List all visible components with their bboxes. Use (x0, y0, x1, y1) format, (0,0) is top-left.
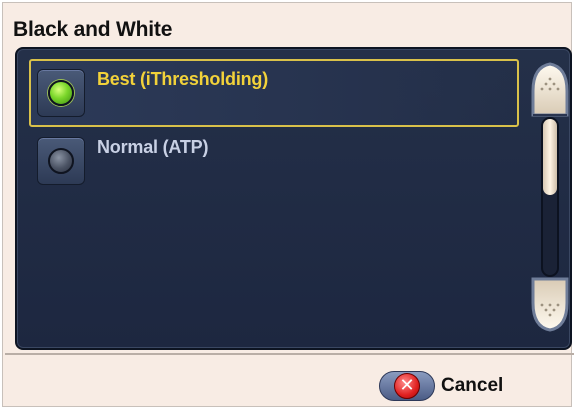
radio-button-best[interactable] (37, 69, 85, 117)
radio-button-normal[interactable] (37, 137, 85, 185)
option-normal[interactable]: Normal (ATP) (29, 127, 519, 195)
radio-selected-icon (48, 80, 74, 106)
cancel-button[interactable]: ✕ Cancel (379, 369, 519, 403)
option-best[interactable]: Best (iThresholding) (29, 59, 519, 127)
scroll-thumb[interactable] (543, 119, 557, 195)
footer-divider (5, 353, 574, 355)
option-label-normal: Normal (ATP) (97, 137, 209, 157)
scroll-up-arrow-icon[interactable] (529, 61, 571, 117)
scroll-down-arrow-icon[interactable] (529, 277, 571, 333)
radio-unselected-icon (48, 148, 74, 174)
option-label-best: Best (iThresholding) (97, 69, 268, 89)
dialog-title: Black and White (13, 18, 173, 41)
cancel-button-body: ✕ (379, 371, 435, 401)
options-panel: Best (iThresholding) Normal (ATP) (15, 47, 572, 350)
cancel-label: Cancel (441, 375, 504, 396)
red-x-icon: ✕ (394, 373, 420, 399)
dialog-frame: Black and White Best (iThresholding) Nor… (2, 2, 574, 407)
scroll-track[interactable] (541, 117, 559, 277)
